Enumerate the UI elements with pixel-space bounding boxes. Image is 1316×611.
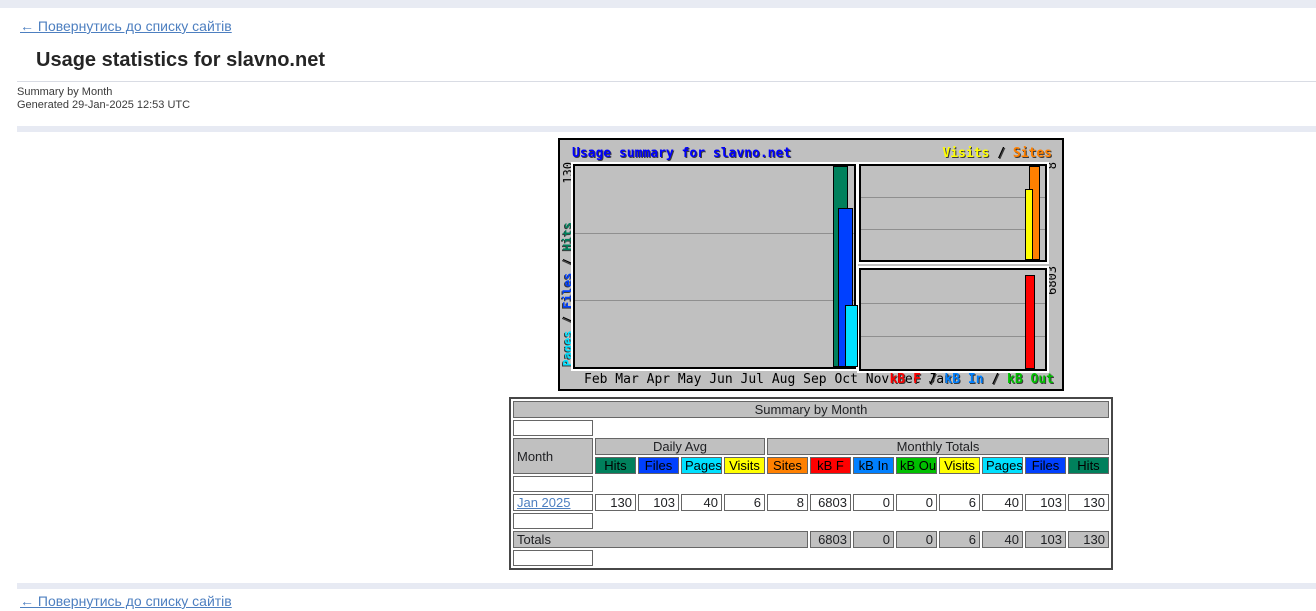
gridline: [575, 233, 854, 234]
totals-cell: 6: [939, 531, 980, 548]
table-cell: 40: [982, 494, 1023, 511]
right-axis-kb-max-label: 6803: [1045, 266, 1059, 295]
month-column-header: Month: [513, 438, 593, 474]
month-link[interactable]: Jan 2025: [517, 495, 571, 510]
totals-cell: 130: [1068, 531, 1109, 548]
column-header-pages: Pages: [681, 457, 722, 474]
bar-pages: [845, 305, 858, 367]
gridline: [861, 303, 1045, 304]
legend-part: /: [921, 372, 944, 387]
table-cell: 0: [853, 494, 894, 511]
legend-part: kB F: [890, 372, 921, 387]
totals-cell: 6803: [810, 531, 851, 548]
table-cell: 0: [896, 494, 937, 511]
legend-part: /: [989, 146, 1012, 161]
table-cell: 8: [767, 494, 808, 511]
table-cell: 6803: [810, 494, 851, 511]
gridline: [861, 229, 1045, 230]
monthly-totals-group-header: Monthly Totals: [767, 438, 1109, 455]
totals-cell: 103: [1025, 531, 1066, 548]
legend-part: /: [984, 372, 1007, 387]
footer-back-link[interactable]: ← Повернутись до списку сайтів: [20, 593, 232, 609]
gridline: [861, 197, 1045, 198]
visits-sites-panel: [859, 164, 1047, 262]
totals-row: Totals 680300640103130: [513, 531, 1109, 548]
legend-part: Visits: [942, 146, 989, 161]
table-cell: 103: [638, 494, 679, 511]
table-row: Jan 20251301034068680300640103130: [513, 494, 1109, 511]
totals-label: Totals: [513, 531, 808, 548]
table-cell: 6: [939, 494, 980, 511]
column-header-kb-out: kB Out: [896, 457, 937, 474]
hits-files-pages-panel: [573, 164, 856, 369]
page-title: Usage statistics for slavno.net: [36, 49, 1316, 72]
column-header-sites: Sites: [767, 457, 808, 474]
column-header-kb-f: kB F: [810, 457, 851, 474]
column-header-pages: Pages: [982, 457, 1023, 474]
summary-by-month-label: Summary by Month: [17, 86, 1316, 99]
section-divider-bottom: [17, 583, 1316, 589]
kbytes-panel: [859, 268, 1047, 371]
generated-timestamp: Generated 29-Jan-2025 12:53 UTC: [17, 99, 1316, 112]
totals-cell: 0: [896, 531, 937, 548]
table-title: Summary by Month: [513, 401, 1109, 418]
table-cell: 40: [681, 494, 722, 511]
table-cell: 103: [1025, 494, 1066, 511]
page-top-band: [0, 0, 1316, 8]
right-axis-sites-max-label: 8: [1045, 162, 1059, 169]
title-divider: [17, 81, 1316, 82]
legend-part: kB In: [944, 372, 983, 387]
column-headers-row: HitsFilesPagesVisitsSiteskB FkB InkB Out…: [513, 457, 1109, 474]
column-header-files: Files: [1025, 457, 1066, 474]
graph-legend-visits-sites: Visits / Sites: [942, 146, 1052, 161]
legend-part: Sites: [1013, 146, 1052, 161]
table-spacer-row: [513, 476, 1109, 492]
column-header-hits: Hits: [1068, 457, 1109, 474]
table-cell: 6: [724, 494, 765, 511]
column-header-files: Files: [638, 457, 679, 474]
bar-visits: [1025, 189, 1033, 260]
table-spacer-row: [513, 420, 1109, 436]
graph-legend-kbytes: kB F / kB In / kB Out: [890, 372, 1054, 387]
column-header-visits: Visits: [939, 457, 980, 474]
totals-cell: 40: [982, 531, 1023, 548]
back-to-site-list-link[interactable]: ← Повернутись до списку сайтів: [20, 18, 232, 34]
column-header-hits: Hits: [595, 457, 636, 474]
table-cell: 130: [595, 494, 636, 511]
daily-avg-group-header: Daily Avg: [595, 438, 765, 455]
gridline: [575, 300, 854, 301]
content-wrapper: ← Повернутись до списку сайтів Usage sta…: [16, 8, 1316, 611]
table-spacer-row: [513, 513, 1109, 529]
totals-cell: 0: [853, 531, 894, 548]
usage-summary-graph: Usage summary for slavno.net Visits / Si…: [558, 138, 1064, 391]
summary-by-month-table: Summary by Month Month Daily Avg Monthly…: [509, 397, 1113, 570]
column-header-kb-in: kB In: [853, 457, 894, 474]
table-cell: 130: [1068, 494, 1109, 511]
graph-title: Usage summary for slavno.net: [572, 146, 791, 161]
legend-part: kB Out: [1007, 372, 1054, 387]
column-header-visits: Visits: [724, 457, 765, 474]
table-spacer-row: [513, 550, 1109, 566]
bar-kbf: [1025, 275, 1035, 369]
section-divider-top: [17, 126, 1316, 132]
gridline: [861, 336, 1045, 337]
